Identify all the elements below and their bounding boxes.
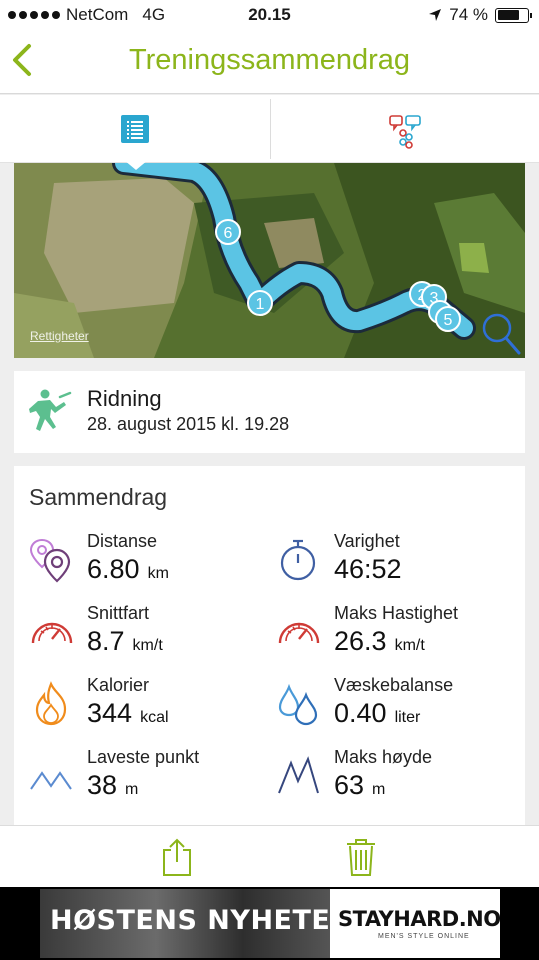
stat-label: Maks høyde bbox=[334, 747, 433, 767]
stat-value: 6.80 bbox=[87, 554, 140, 584]
stat-label: Kalorier bbox=[87, 675, 150, 695]
stat-unit: km bbox=[147, 565, 169, 582]
water-drops-icon bbox=[278, 683, 318, 726]
svg-text:6: 6 bbox=[224, 225, 233, 242]
stat-value: 0.40 bbox=[334, 698, 387, 728]
status-bar: NetCom 4G 20.15 74 % bbox=[0, 0, 539, 30]
stat-lowest-point: Laveste punkt 38 m bbox=[29, 747, 269, 807]
stopwatch-icon bbox=[280, 539, 316, 581]
tab-split-details[interactable] bbox=[270, 99, 539, 159]
split-details-icon bbox=[389, 115, 421, 149]
battery-icon bbox=[495, 7, 532, 23]
summary-card: Sammendrag Distanse 6.80 km Varighet 46:5… bbox=[14, 466, 525, 826]
navigation-bar: Treningssammendrag bbox=[0, 30, 539, 94]
route-marker-1[interactable]: 1 bbox=[247, 290, 273, 316]
stat-value: 38 bbox=[87, 770, 118, 800]
stat-label: Varighet bbox=[334, 531, 400, 551]
stat-max-height: Maks høyde 63 m bbox=[276, 747, 516, 807]
route-marker-6[interactable]: 6 bbox=[215, 219, 241, 245]
stat-label: Snittfart bbox=[87, 603, 150, 623]
stat-unit: liter bbox=[394, 709, 421, 726]
activity-date: 28. august 2015 kl. 19.28 bbox=[87, 414, 290, 434]
stat-unit: m bbox=[372, 781, 386, 798]
view-tabs bbox=[0, 95, 539, 163]
stat-value: 26.3 bbox=[334, 626, 387, 656]
tab-summary-list[interactable] bbox=[0, 95, 270, 163]
stat-unit: km/t bbox=[394, 637, 425, 654]
location-arrow-icon bbox=[429, 9, 442, 21]
battery-level bbox=[497, 10, 519, 20]
stat-max-speed: Maks Hastighet 26.3 km/t bbox=[276, 603, 516, 663]
distance-pin-icon bbox=[29, 538, 71, 583]
stat-label: Maks Hastighet bbox=[334, 603, 459, 623]
battery-percent: 74 % bbox=[449, 5, 488, 24]
selected-tab-indicator bbox=[124, 160, 148, 170]
map-credit-link[interactable]: Rettigheter bbox=[30, 329, 89, 343]
activity-name: Ridning bbox=[87, 386, 162, 411]
share-button[interactable] bbox=[160, 837, 194, 882]
stat-label: Laveste punkt bbox=[87, 747, 200, 767]
stat-label: Distanse bbox=[87, 531, 158, 551]
low-mountain-icon bbox=[30, 771, 72, 790]
stat-unit: m bbox=[125, 781, 139, 798]
stat-unit: km/t bbox=[132, 637, 163, 654]
horse-riding-icon bbox=[29, 389, 72, 431]
stat-value: 8.7 bbox=[87, 626, 125, 656]
stat-value: 344 bbox=[87, 698, 133, 728]
list-icon bbox=[121, 115, 149, 143]
speedometer-icon bbox=[31, 622, 73, 644]
summary-title: Sammendrag bbox=[29, 484, 168, 510]
page-title: Treningssammendrag bbox=[129, 44, 410, 76]
stat-distance: Distanse 6.80 km bbox=[29, 531, 269, 591]
stat-average-speed: Snittfart 8.7 km/t bbox=[29, 603, 269, 663]
ad-tagline: MEN'S STYLE ONLINE bbox=[378, 933, 470, 940]
stat-fluid-balance: Væskebalanse 0.40 liter bbox=[276, 675, 516, 735]
screen: NetCom 4G 20.15 74 % Treningssammendrag bbox=[0, 0, 539, 960]
route-map[interactable]: 6 1 2 3 5 Rettigheter bbox=[14, 163, 525, 358]
delete-button[interactable] bbox=[345, 837, 377, 882]
ad-banner[interactable]: HØSTENS NYHETER STAYHARD.NO MEN'S STYLE … bbox=[0, 887, 539, 960]
satellite-map-image: 6 1 2 3 5 bbox=[14, 163, 525, 358]
flame-icon bbox=[35, 681, 67, 726]
svg-text:1: 1 bbox=[256, 296, 265, 313]
share-icon bbox=[163, 838, 191, 876]
stat-label: Væskebalanse bbox=[334, 675, 454, 695]
ad-brand: STAYHARD.NO bbox=[338, 907, 500, 931]
stat-calories: Kalorier 344 kcal bbox=[29, 675, 269, 735]
svg-text:5: 5 bbox=[444, 312, 453, 329]
stat-duration: Varighet 46:52 bbox=[276, 531, 516, 591]
stat-value: 63 bbox=[334, 770, 365, 800]
stat-unit: kcal bbox=[140, 709, 169, 726]
route-marker-5[interactable]: 5 bbox=[435, 306, 461, 332]
bottom-toolbar bbox=[0, 825, 539, 887]
stat-value: 46:52 bbox=[334, 554, 402, 584]
ad-headline: HØSTENS NYHETER bbox=[50, 905, 352, 936]
trash-icon bbox=[347, 839, 375, 876]
high-mountain-icon bbox=[278, 756, 319, 794]
speedometer-icon bbox=[278, 622, 320, 644]
activity-card: Ridning 28. august 2015 kl. 19.28 bbox=[14, 371, 525, 453]
